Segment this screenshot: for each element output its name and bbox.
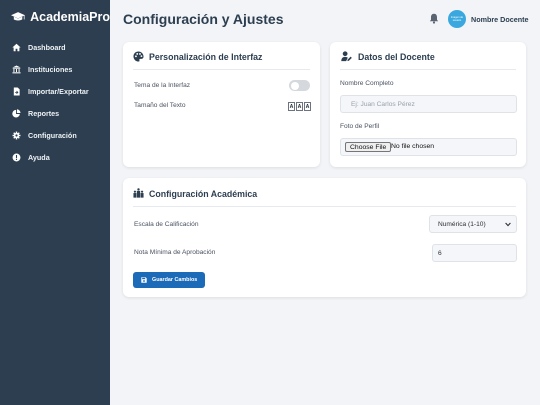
choose-file-button[interactable]: Choose File: [345, 142, 392, 152]
chevron-down-icon: [505, 222, 511, 227]
save-icon: [141, 277, 147, 283]
interface-settings-card: Personalización de Interfaz Tema de la I…: [123, 42, 320, 167]
sidebar-item-ayuda[interactable]: Ayuda: [0, 146, 110, 168]
gear-icon: [12, 131, 21, 140]
divider: [133, 69, 310, 70]
teacher-data-card: Datos del Docente Nombre Completo Ej: Ju…: [330, 42, 526, 167]
card-title-text: Datos del Docente: [358, 51, 435, 62]
user-name[interactable]: Nombre Docente: [471, 15, 529, 24]
divider: [133, 206, 516, 207]
file-import-icon: [12, 86, 21, 96]
sidebar-item-configuracion[interactable]: Configuración: [0, 124, 110, 146]
brand[interactable]: AcademiaPro: [0, 0, 110, 34]
grading-scale-label: Escala de Calificación: [134, 221, 199, 228]
full-name-label: Nombre Completo: [340, 80, 394, 87]
toggle-knob: [290, 81, 299, 90]
card-title-text: Personalización de Interfaz: [149, 51, 263, 62]
institution-icon: [12, 64, 21, 74]
sidebar: AcademiaPro Dashboard Instituciones Impo…: [0, 0, 110, 405]
full-name-input[interactable]: Ej: Juan Carlos Pérez: [340, 95, 517, 113]
palette-icon: [133, 51, 144, 62]
chart-pie-icon: [12, 108, 21, 118]
sidebar-nav: Dashboard Instituciones Importar/Exporta…: [0, 36, 110, 168]
sidebar-item-reportes[interactable]: Reportes: [0, 102, 110, 124]
sidebar-item-instituciones[interactable]: Instituciones: [0, 58, 110, 80]
text-size-medium-button[interactable]: A: [296, 102, 303, 111]
save-button-label: Guardar Cambios: [152, 277, 198, 283]
sidebar-item-label: Instituciones: [28, 64, 73, 74]
help-icon: [12, 153, 21, 162]
text-size-label: Tamaño del Texto: [134, 102, 186, 109]
theme-label: Tema de la Interfaz: [134, 82, 191, 89]
sidebar-item-label: Configuración: [28, 130, 77, 140]
sidebar-item-label: Reportes: [28, 108, 60, 118]
avatar-text-line2: usuario: [452, 19, 462, 22]
profile-photo-label: Foto de Perfil: [340, 123, 380, 130]
divider: [340, 69, 516, 70]
sidebar-item-label: Dashboard: [28, 42, 66, 52]
graduation-cap-icon: [11, 12, 26, 21]
card-title-text: Configuración Académica: [149, 188, 258, 199]
text-size-small-button[interactable]: A: [288, 102, 295, 111]
card-title: Datos del Docente: [340, 51, 435, 62]
grading-scale-select[interactable]: Numérica (1-10): [429, 215, 517, 233]
page-title: Configuración y Ajustes: [123, 11, 284, 27]
sidebar-item-dashboard[interactable]: Dashboard: [0, 36, 110, 58]
text-size-large-button[interactable]: A: [304, 102, 311, 111]
avatar[interactable]: Imagen de usuario: [448, 10, 466, 28]
select-value: Numérica (1-10): [438, 220, 486, 228]
sidebar-item-importar-exportar[interactable]: Importar/Exportar: [0, 80, 110, 102]
brand-name: AcademiaPro: [30, 10, 110, 24]
theme-toggle[interactable]: [289, 80, 310, 91]
sidebar-item-label: Ayuda: [28, 152, 50, 162]
sidebar-item-label: Importar/Exportar: [28, 86, 89, 96]
min-grade-input[interactable]: 6: [432, 244, 517, 262]
header: Configuración y Ajustes Imagen de usuari…: [110, 0, 540, 40]
user-edit-icon: [341, 51, 352, 62]
academic-settings-card: Configuración Académica Escala de Califi…: [123, 178, 526, 297]
save-changes-button[interactable]: Guardar Cambios: [133, 272, 206, 288]
users-icon: [133, 188, 144, 198]
card-title: Personalización de Interfaz: [133, 51, 262, 62]
min-grade-label: Nota Mínima de Aprobación: [134, 249, 216, 256]
bell-icon[interactable]: [429, 13, 439, 24]
text-size-buttons: A A A: [288, 102, 311, 111]
file-status-text: No file chosen: [391, 143, 435, 150]
home-icon: [12, 43, 21, 52]
card-title: Configuración Académica: [133, 188, 257, 199]
